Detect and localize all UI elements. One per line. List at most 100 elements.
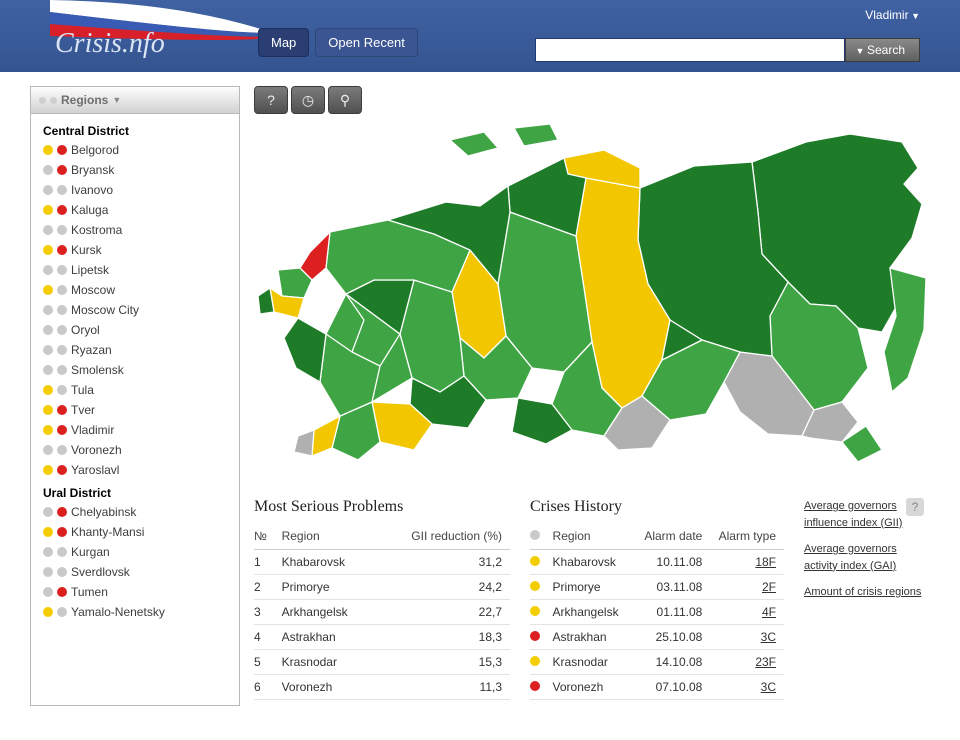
map[interactable] <box>254 120 932 480</box>
stat-link[interactable]: Average governors activity index (GAI) <box>804 541 924 574</box>
sidebar: Regions Central DistrictBelgorod Bryansk I… <box>30 86 240 706</box>
status-dot <box>43 405 53 415</box>
region-item[interactable]: Kursk <box>37 240 239 260</box>
table-row[interactable]: 4Astrakhan18,3 <box>254 625 510 650</box>
alarm-link[interactable]: 18F <box>755 555 776 569</box>
region-item[interactable]: Tula <box>37 380 239 400</box>
status-dot <box>43 265 53 275</box>
region-label: Kurgan <box>71 545 110 559</box>
region-item[interactable]: Ivanovo <box>37 180 239 200</box>
status-dot <box>57 567 67 577</box>
region-group-header: Ural District <box>37 480 239 502</box>
sidebar-header[interactable]: Regions <box>31 87 239 114</box>
status-dot <box>57 165 67 175</box>
region-label: Tula <box>71 383 94 397</box>
status-dot <box>43 607 53 617</box>
table-row[interactable]: Primorye03.11.082F <box>530 575 784 600</box>
nav-map[interactable]: Map <box>258 28 309 57</box>
main: ? ◷ ⚲ <box>254 86 946 706</box>
region-item[interactable]: Chelyabinsk <box>37 502 239 522</box>
status-dot <box>57 507 67 517</box>
history-title: Crises History <box>530 498 784 516</box>
status-dot <box>530 631 540 641</box>
help-tool[interactable]: ? <box>254 86 288 114</box>
table-row[interactable]: 5Krasnodar15,3 <box>254 650 510 675</box>
stat-link[interactable]: Amount of crisis regions <box>804 584 924 601</box>
region-item[interactable]: Belgorod <box>37 140 239 160</box>
alarm-link[interactable]: 23F <box>755 655 776 669</box>
table-row[interactable]: 2Primorye24,2 <box>254 575 510 600</box>
status-dot <box>530 556 540 566</box>
region-label: Kaluga <box>71 203 108 217</box>
region-label: Chelyabinsk <box>71 505 136 519</box>
region-item[interactable]: Yamalo-Nenetsky <box>37 602 239 622</box>
table-row[interactable]: Arkhangelsk01.11.084F <box>530 600 784 625</box>
sidebar-title: Regions <box>61 93 108 107</box>
status-dot <box>57 185 67 195</box>
region-item[interactable]: Lipetsk <box>37 260 239 280</box>
status-dot <box>57 405 67 415</box>
status-dot <box>57 345 67 355</box>
alarm-link[interactable]: 3C <box>761 630 776 644</box>
region-item[interactable]: Kurgan <box>37 542 239 562</box>
region-group-header: Central District <box>37 118 239 140</box>
table-row[interactable]: Krasnodar14.10.0823F <box>530 650 784 675</box>
status-dot <box>57 145 67 155</box>
alarm-link[interactable]: 4F <box>762 605 776 619</box>
region-label: Ivanovo <box>71 183 113 197</box>
status-dot <box>57 305 67 315</box>
sidebar-list[interactable]: Central DistrictBelgorod Bryansk Ivanovo Ka… <box>31 114 239 705</box>
status-dot <box>43 325 53 335</box>
user-menu[interactable]: Vladimir <box>865 8 920 22</box>
search-input[interactable] <box>535 38 845 62</box>
region-item[interactable]: Kaluga <box>37 200 239 220</box>
region-item[interactable]: Moscow <box>37 280 239 300</box>
status-dot <box>530 606 540 616</box>
status-dot <box>57 265 67 275</box>
region-item[interactable]: Bryansk <box>37 160 239 180</box>
nav-open-recent[interactable]: Open Recent <box>315 28 418 57</box>
region-item[interactable]: Kostroma <box>37 220 239 240</box>
status-dot <box>57 607 67 617</box>
dim-dot <box>39 97 46 104</box>
region-item[interactable]: Yaroslavl <box>37 460 239 480</box>
status-dot <box>43 245 53 255</box>
table-row[interactable]: 1Khabarovsk31,2 <box>254 550 510 575</box>
logo[interactable]: Crisis.nfo <box>55 28 165 60</box>
status-dot <box>43 567 53 577</box>
clock-tool[interactable]: ◷ <box>291 86 325 114</box>
region-item[interactable]: Moscow City <box>37 300 239 320</box>
problems-col: Most Serious Problems №RegionGII reducti… <box>254 498 510 700</box>
region-item[interactable]: Sverdlovsk <box>37 562 239 582</box>
status-dot <box>43 425 53 435</box>
region-item[interactable]: Ryazan <box>37 340 239 360</box>
status-dot <box>43 205 53 215</box>
search-button[interactable]: Search <box>845 38 920 62</box>
region-item[interactable]: Vladimir <box>37 420 239 440</box>
region-item[interactable]: Smolensk <box>37 360 239 380</box>
help-icon[interactable]: ? <box>906 498 924 516</box>
region-item[interactable]: Tumen <box>37 582 239 602</box>
region-item[interactable]: Oryol <box>37 320 239 340</box>
history-col: Crises History RegionAlarm dateAlarm typ… <box>530 498 784 700</box>
nav: Map Open Recent <box>258 28 418 57</box>
status-dot <box>57 527 67 537</box>
body: Regions Central DistrictBelgorod Bryansk I… <box>0 72 960 720</box>
alarm-link[interactable]: 3C <box>761 680 776 694</box>
status-dot <box>57 425 67 435</box>
region-item[interactable]: Tver <box>37 400 239 420</box>
region-label: Kursk <box>71 243 102 257</box>
status-dot <box>57 245 67 255</box>
region-item[interactable]: Khanty-Mansi <box>37 522 239 542</box>
table-row[interactable]: Voronezh07.10.083C <box>530 675 784 700</box>
table-row[interactable]: Astrakhan25.10.083C <box>530 625 784 650</box>
alarm-link[interactable]: 2F <box>762 580 776 594</box>
table-row[interactable]: 6Voronezh11,3 <box>254 675 510 700</box>
table-row[interactable]: 3Arkhangelsk22,7 <box>254 600 510 625</box>
region-label: Tver <box>71 403 95 417</box>
region-label: Bryansk <box>71 163 114 177</box>
status-dot <box>43 365 53 375</box>
region-item[interactable]: Voronezh <box>37 440 239 460</box>
magnify-tool[interactable]: ⚲ <box>328 86 362 114</box>
table-row[interactable]: Khabarovsk10.11.0818F <box>530 550 784 575</box>
